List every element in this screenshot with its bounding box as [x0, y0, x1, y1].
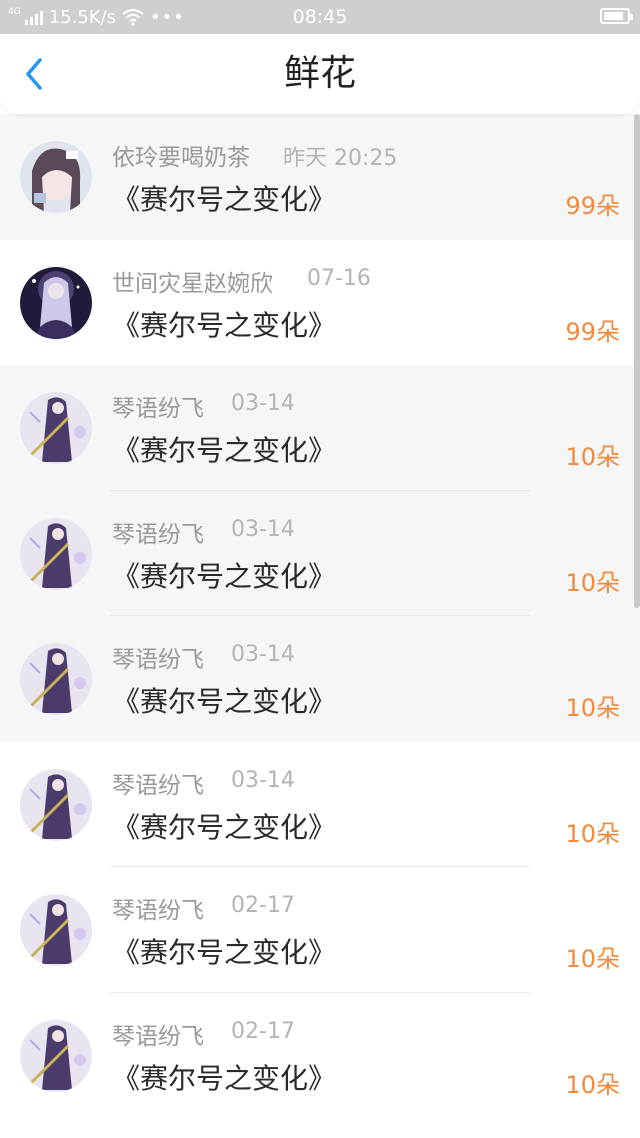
flower-count: 10朵 — [565, 443, 620, 471]
avatar — [20, 141, 92, 213]
book-title: 《赛尔号之变化》 — [112, 936, 337, 969]
list-item[interactable]: 琴语纷飞 03-14 《赛尔号之变化》 10朵 — [0, 741, 640, 867]
send-date: 昨天 20:25 — [283, 146, 398, 171]
send-date: 02-17 — [231, 893, 295, 918]
list-item[interactable]: 琴语纷飞 02-17 《赛尔号之变化》 10朵 — [0, 992, 640, 1118]
send-date: 02-17 — [231, 1018, 295, 1044]
avatar — [20, 266, 92, 339]
flower-count: 10朵 — [565, 819, 620, 848]
list-item[interactable]: 琴语纷飞 03-14 《赛尔号之变化》 10朵 — [0, 490, 640, 616]
app-screen: 4G 15.5K/s ••• 08:45 鲜花 依玲要喝奶茶 昨天 20:25 … — [0, 0, 640, 1138]
avatar — [20, 768, 92, 841]
scrollbar[interactable] — [634, 114, 640, 608]
list-item[interactable]: 琴语纷飞 02-17 《赛尔号之变化》 10朵 — [0, 867, 640, 993]
send-date: 03-14 — [231, 642, 295, 667]
avatar — [20, 392, 92, 464]
list-item[interactable]: 琴语纷飞 03-14 《赛尔号之变化》 10朵 — [0, 365, 640, 491]
send-date: 07-16 — [307, 265, 371, 291]
list-item[interactable]: 世间灾星赵婉欣 07-16 《赛尔号之变化》 99朵 — [0, 239, 640, 365]
sender-name: 琴语纷飞 — [112, 396, 204, 422]
sender-name: 依玲要喝奶茶 — [112, 145, 250, 171]
sender-name: 琴语纷飞 — [112, 898, 204, 924]
book-title: 《赛尔号之变化》 — [112, 685, 337, 718]
sender-name: 琴语纷飞 — [112, 772, 204, 799]
avatar — [20, 517, 92, 590]
battery-icon — [600, 8, 633, 24]
battery-level — [604, 12, 623, 20]
avatar — [20, 643, 92, 715]
avatar — [20, 1019, 92, 1092]
book-title: 《赛尔号之变化》 — [112, 1061, 337, 1095]
flower-count: 99朵 — [565, 317, 620, 346]
flower-list: 依玲要喝奶茶 昨天 20:25 《赛尔号之变化》 99朵 世间灾星赵婉欣 07-… — [0, 114, 640, 1118]
status-time: 08:45 — [292, 6, 348, 28]
flower-count: 10朵 — [565, 568, 620, 597]
list-item[interactable]: 琴语纷飞 03-14 《赛尔号之变化》 10朵 — [0, 616, 640, 742]
sender-name: 琴语纷飞 — [112, 1023, 204, 1050]
flower-count: 99朵 — [565, 192, 620, 220]
flower-count: 10朵 — [565, 945, 620, 973]
book-title: 《赛尔号之变化》 — [112, 810, 337, 844]
sender-name: 世间灾星赵婉欣 — [112, 270, 273, 297]
avatar — [20, 894, 92, 966]
send-date: 03-14 — [231, 767, 295, 793]
list-item[interactable]: 依玲要喝奶茶 昨天 20:25 《赛尔号之变化》 99朵 — [0, 114, 640, 240]
flower-count: 10朵 — [565, 694, 620, 722]
book-title: 《赛尔号之变化》 — [112, 559, 337, 593]
sender-name: 琴语纷飞 — [112, 647, 204, 673]
send-date: 03-14 — [231, 391, 295, 416]
sender-name: 琴语纷飞 — [112, 521, 204, 548]
book-title: 《赛尔号之变化》 — [112, 183, 337, 216]
send-date: 03-14 — [231, 516, 295, 542]
status-bar: 4G 15.5K/s ••• 08:45 — [0, 0, 640, 34]
page-title: 鲜花 — [283, 53, 356, 94]
nav-header: 鲜花 — [0, 34, 640, 114]
flower-count: 10朵 — [565, 1070, 620, 1099]
book-title: 《赛尔号之变化》 — [112, 434, 337, 467]
book-title: 《赛尔号之变化》 — [112, 308, 337, 342]
